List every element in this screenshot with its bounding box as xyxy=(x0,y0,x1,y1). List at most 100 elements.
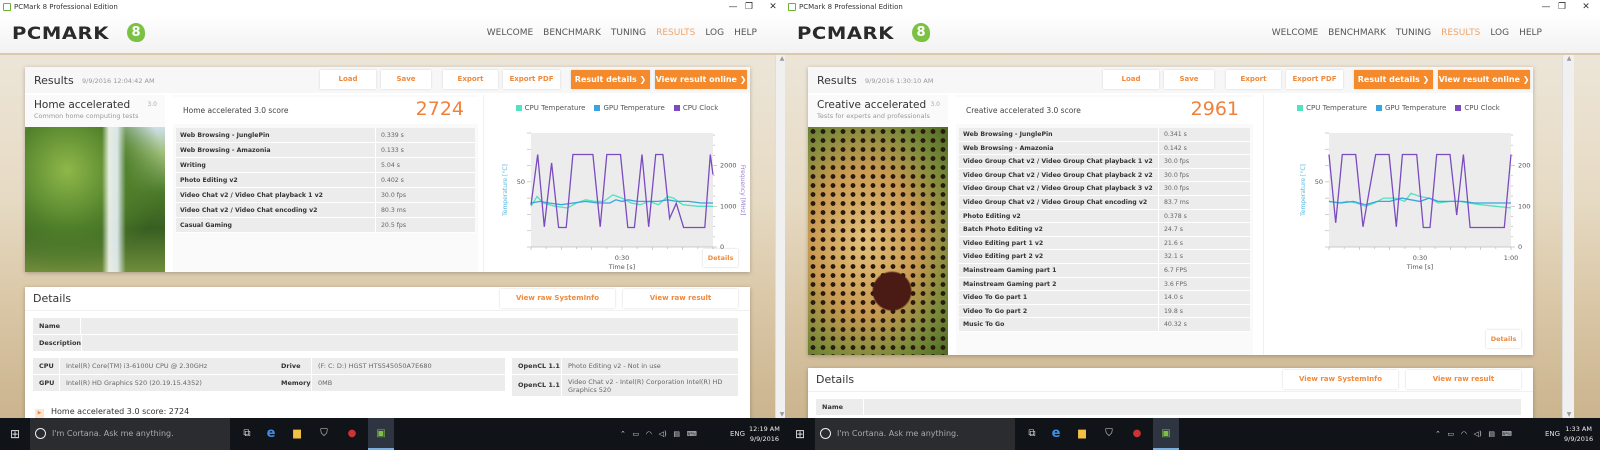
nav-results[interactable]: RESULTS xyxy=(1441,28,1480,38)
scroll-up-icon[interactable]: ▲ xyxy=(1563,55,1575,62)
clock[interactable]: 12:19 AM 9/9/2016 xyxy=(749,424,780,444)
benchmark-card: Home accelerated 3.0 Common home computi… xyxy=(25,95,165,272)
test-name: Mainstream Gaming part 2 xyxy=(959,277,1159,291)
view-raw-result-button[interactable]: View raw result xyxy=(623,289,738,308)
view-raw-systeminfo-button[interactable]: View raw SystemInfo xyxy=(500,289,615,308)
scrollbar[interactable]: ▲ ▼ xyxy=(1562,55,1574,418)
start-button[interactable]: ⊞ xyxy=(4,418,26,450)
expand-arrow-icon[interactable]: ▶ xyxy=(35,409,44,418)
nav-benchmark[interactable]: BENCHMARK xyxy=(543,28,601,38)
view-result-online-button[interactable]: View result online ❯ xyxy=(655,70,747,89)
result-summary[interactable]: ▶ Home accelerated 3.0 score: 2724 xyxy=(35,407,189,418)
test-row: Batch Photo Editing v2 24.7 s xyxy=(959,223,1250,237)
test-value: 40.32 s xyxy=(1164,321,1187,329)
pcmark-taskbar-icon[interactable]: ▣ xyxy=(368,418,394,450)
export-pdf-button[interactable]: Export PDF xyxy=(1286,70,1343,89)
test-name: Video Chat v2 / Video Chat encoding v2 xyxy=(176,203,376,217)
cortana-search-box[interactable]: I'm Cortana. Ask me anything. xyxy=(30,418,230,450)
app-header: PCMARK 8 WELCOME BENCHMARK TUNING RESULTS LO… xyxy=(0,14,785,55)
close-button[interactable]: ✕ xyxy=(1580,0,1592,14)
view-raw-systeminfo-button[interactable]: View raw SystemInfo xyxy=(1283,370,1398,389)
score-label: Home accelerated 3.0 score xyxy=(183,106,289,115)
minimize-button[interactable]: — xyxy=(1540,0,1552,14)
app-icon-taskbar[interactable]: ● xyxy=(1126,418,1148,450)
system-tray-icons[interactable]: ⌃ ▭ ◠ ◁) ▤ ⌨ xyxy=(620,418,697,450)
restore-button[interactable]: ❐ xyxy=(1556,0,1568,14)
test-row: Photo Editing v2 0.378 s xyxy=(959,209,1250,224)
nav-tuning[interactable]: TUNING xyxy=(1396,28,1431,38)
nav-welcome[interactable]: WELCOME xyxy=(1272,28,1318,38)
edge-icon[interactable]: e xyxy=(260,418,282,450)
system-tray-icons[interactable]: ⌃ ▭ ◠ ◁) ▤ ⌨ xyxy=(1435,418,1512,450)
chart-canvas: 0:30 1:00 50 0 1000 2000 Time [s] Temperature [… xyxy=(1300,132,1531,271)
taskbar: ⊞ I'm Cortana. Ask me anything. ⧉ e ▆ ⛉ … xyxy=(0,418,785,450)
app-icon xyxy=(788,3,796,11)
save-button[interactable]: Save xyxy=(381,70,431,89)
cortana-icon xyxy=(820,428,831,439)
cortana-search-box[interactable]: I'm Cortana. Ask me anything. xyxy=(815,418,1015,450)
start-button[interactable]: ⊞ xyxy=(789,418,811,450)
y-right-tick-label: 1000 xyxy=(720,202,737,210)
score-panel: Home accelerated 3.0 score 2724 Web Brow… xyxy=(173,95,478,272)
y-right-tick-label: 0 xyxy=(1518,243,1522,251)
scroll-down-icon[interactable]: ▼ xyxy=(776,411,785,418)
nav-help[interactable]: HELP xyxy=(1519,28,1542,38)
result-details-button[interactable]: Result details ❯ xyxy=(1354,70,1433,89)
results-panel: Results 9/9/2016 12:04:42 AM Load Save E… xyxy=(25,67,750,272)
summary-text: Home accelerated 3.0 score: 2724 xyxy=(51,407,190,416)
chart-details-button[interactable]: Details xyxy=(703,249,738,267)
store-icon[interactable]: ⛉ xyxy=(313,418,335,450)
window-title: PCMark 8 Professional Edition xyxy=(799,3,903,11)
task-view-icon[interactable]: ⧉ xyxy=(1021,418,1043,450)
test-value: 0.402 s xyxy=(381,177,404,184)
y-right-tick-label: 2000 xyxy=(1518,162,1531,170)
scroll-down-icon[interactable]: ▼ xyxy=(1563,411,1575,418)
system-info-label: CPU xyxy=(33,358,60,374)
nav-results[interactable]: RESULTS xyxy=(656,28,695,38)
details-title: Details xyxy=(33,292,72,305)
task-view-icon[interactable]: ⧉ xyxy=(236,418,258,450)
export-pdf-button[interactable]: Export PDF xyxy=(503,70,560,89)
load-button[interactable]: Load xyxy=(1103,70,1159,89)
scrollbar[interactable]: ▲ ▼ xyxy=(775,55,785,418)
test-value: 21.6 s xyxy=(1164,239,1183,247)
store-icon[interactable]: ⛉ xyxy=(1098,418,1120,450)
language-indicator[interactable]: ENG xyxy=(1545,418,1560,450)
file-explorer-icon[interactable]: ▆ xyxy=(286,418,308,450)
load-button[interactable]: Load xyxy=(320,70,376,89)
test-name: Web Browsing - Amazonia xyxy=(176,143,376,157)
search-placeholder: I'm Cortana. Ask me anything. xyxy=(52,429,174,438)
nav-benchmark[interactable]: BENCHMARK xyxy=(1328,28,1386,38)
system-info-label: OpenCL 1.1 xyxy=(512,358,562,374)
view-result-online-button[interactable]: View result online ❯ xyxy=(1438,70,1530,89)
clock[interactable]: 1:33 AM 9/9/2016 xyxy=(1564,424,1593,444)
clock-date: 9/9/2016 xyxy=(749,435,780,443)
edge-icon[interactable]: e xyxy=(1045,418,1067,450)
save-button[interactable]: Save xyxy=(1164,70,1214,89)
result-details-button[interactable]: Result details ❯ xyxy=(571,70,650,89)
language-indicator[interactable]: ENG xyxy=(730,418,745,450)
system-info-value: Photo Editing v2 - Not in use xyxy=(568,362,661,370)
nav-log[interactable]: LOG xyxy=(705,28,724,38)
system-info-value: Intel(R) HD Graphics 520 (20.19.15.4352) xyxy=(66,379,202,387)
export-button[interactable]: Export xyxy=(1226,70,1281,89)
test-row: Web Browsing - JunglePin 0.339 s xyxy=(176,128,475,143)
system-info-row: CPU Intel(R) Core(TM) i3-6100U CPU @ 2.30… xyxy=(33,358,275,374)
export-button[interactable]: Export xyxy=(443,70,498,89)
test-row: Web Browsing - Amazonia 0.133 s xyxy=(176,143,475,158)
score-value: 2724 xyxy=(415,98,464,120)
nav-log[interactable]: LOG xyxy=(1490,28,1509,38)
view-raw-result-button[interactable]: View raw result xyxy=(1406,370,1521,389)
nav-tuning[interactable]: TUNING xyxy=(611,28,646,38)
close-button[interactable]: ✕ xyxy=(767,0,779,14)
minimize-button[interactable]: — xyxy=(727,0,739,14)
scroll-up-icon[interactable]: ▲ xyxy=(776,55,785,62)
restore-button[interactable]: ❐ xyxy=(743,0,755,14)
nav-welcome[interactable]: WELCOME xyxy=(487,28,533,38)
pcmark-taskbar-icon[interactable]: ▣ xyxy=(1153,418,1179,450)
file-explorer-icon[interactable]: ▆ xyxy=(1071,418,1093,450)
test-row: Web Browsing - Amazonia 0.142 s xyxy=(959,141,1250,156)
nav-help[interactable]: HELP xyxy=(734,28,757,38)
app-icon-taskbar[interactable]: ● xyxy=(341,418,363,450)
chart-details-button[interactable]: Details xyxy=(1486,330,1521,348)
